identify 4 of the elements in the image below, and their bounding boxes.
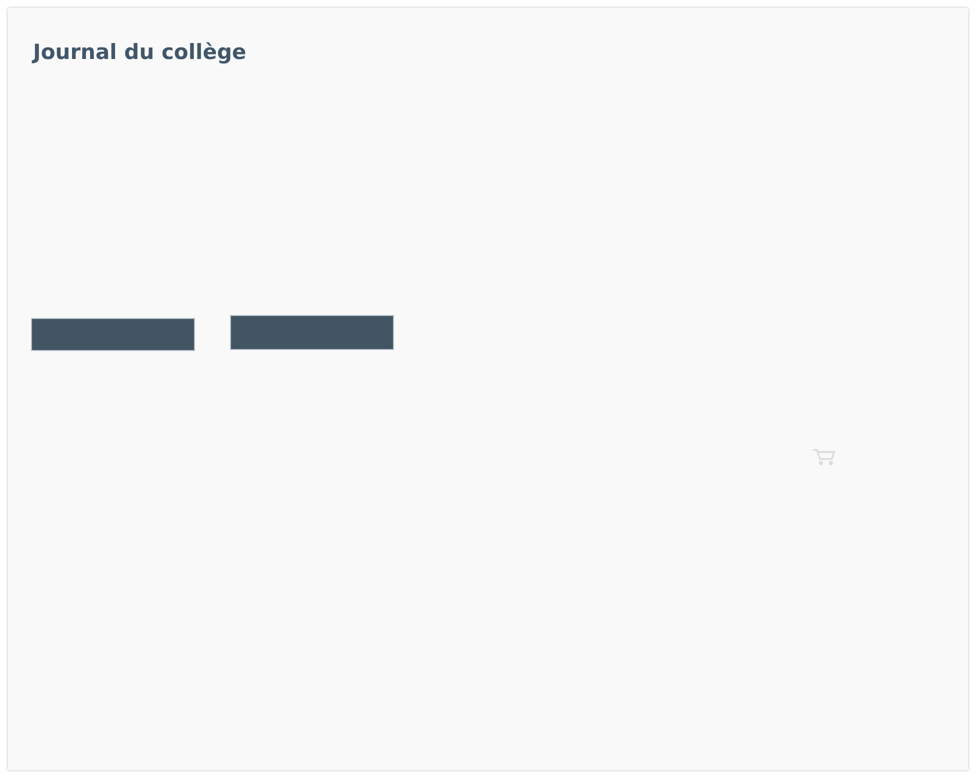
- blank-button[interactable]: [31, 318, 195, 351]
- page-title: Journal du collège: [33, 39, 248, 66]
- cart-icon: [812, 448, 836, 466]
- blank-button[interactable]: [230, 315, 394, 350]
